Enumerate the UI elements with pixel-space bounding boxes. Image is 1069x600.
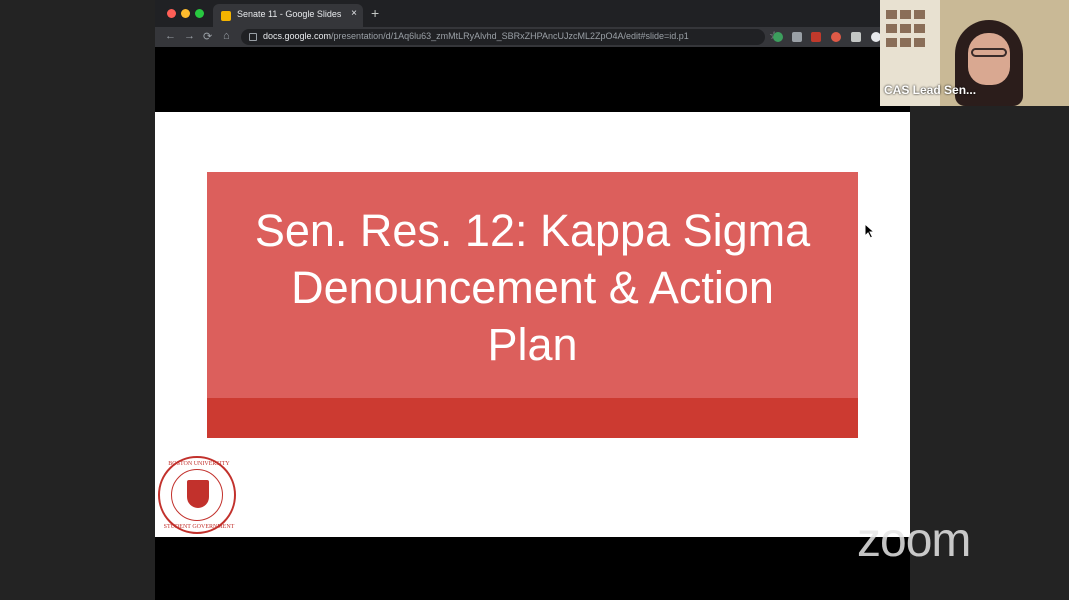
extensions-puzzle-icon[interactable] (851, 32, 861, 42)
slide-title: Sen. Res. 12: Kappa Sigma Denouncement &… (254, 205, 811, 370)
participant-name: CAS Lead Sen... (884, 83, 977, 97)
back-arrow-icon[interactable]: ← (165, 30, 176, 42)
zoom-watermark-logo: zoom (857, 514, 971, 567)
minimize-window-button[interactable] (181, 9, 190, 18)
tab-close-icon[interactable]: × (351, 8, 357, 19)
slide: Sen. Res. 12: Kappa Sigma Denouncement &… (155, 112, 910, 537)
lock-icon (249, 33, 257, 41)
student-government-seal-logo: BOSTON UNIVERSITY STUDENT GOVERNMENT (158, 456, 236, 534)
participant-face (968, 33, 1010, 85)
forward-arrow-icon[interactable]: → (184, 30, 195, 42)
new-tab-button[interactable]: + (371, 5, 379, 21)
participant-glasses (971, 48, 1007, 57)
title-box-band (207, 398, 858, 438)
mail-extension-icon[interactable] (811, 32, 821, 42)
browser-tab-bar: Senate 11 - Google Slides × + (155, 0, 910, 27)
home-icon[interactable]: ⌂ (223, 30, 230, 42)
maximize-window-button[interactable] (195, 9, 204, 18)
tab-title: Senate 11 - Google Slides (237, 9, 342, 19)
grammarly-extension-icon[interactable] (773, 32, 783, 42)
shared-screen: Senate 11 - Google Slides × + ← → ⟳ ⌂ do… (155, 0, 910, 600)
slides-favicon-icon (221, 11, 231, 21)
browser-toolbar: ← → ⟳ ⌂ docs.google.com/presentation/d/1… (155, 27, 910, 47)
browser-tab[interactable]: Senate 11 - Google Slides × (213, 4, 363, 27)
record-extension-icon[interactable] (831, 32, 841, 42)
mouse-cursor-icon (864, 223, 876, 239)
extension-icon[interactable] (792, 32, 802, 42)
participant-video[interactable]: CAS Lead Sen... (880, 0, 1069, 106)
reload-icon[interactable]: ⟳ (203, 30, 212, 43)
close-window-button[interactable] (167, 9, 176, 18)
url-text: docs.google.com/presentation/d/1Aq6lu63_… (263, 31, 689, 41)
shield-icon (187, 480, 209, 508)
address-bar[interactable]: docs.google.com/presentation/d/1Aq6lu63_… (241, 29, 779, 45)
slide-title-box: Sen. Res. 12: Kappa Sigma Denouncement &… (207, 172, 858, 438)
